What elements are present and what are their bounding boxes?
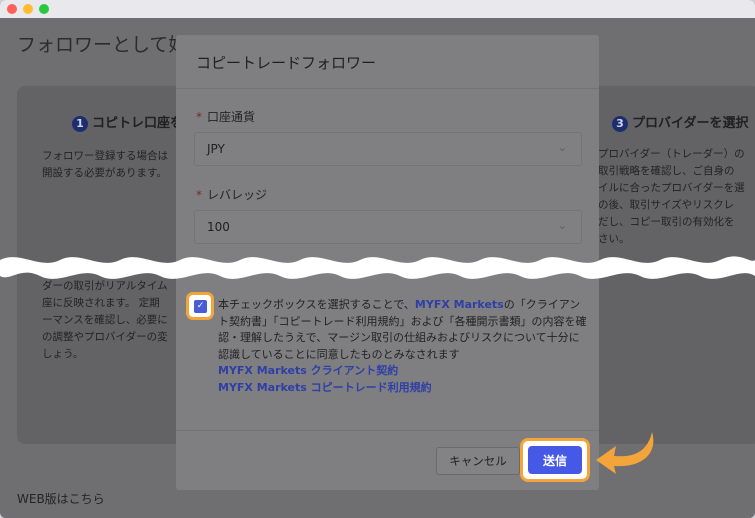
submit-button-highlight: 送信 (520, 438, 590, 482)
app-window: フォロワーとして始める 1 コピトレ口座を フォロワー登録する場合は 開設する必要… (0, 0, 755, 518)
dialog-footer-divider (176, 430, 599, 431)
leverage-select[interactable]: 100 ⌄ (194, 210, 582, 244)
agreement-checkbox[interactable]: ✓ (194, 300, 207, 313)
currency-value: JPY (207, 142, 225, 156)
leverage-label: * レバレッジ (196, 188, 268, 202)
cancel-button[interactable]: キャンセル (436, 447, 520, 475)
dialog-header: コピートレードフォロワー (176, 35, 599, 89)
title-bar (0, 0, 755, 18)
agreement-text: 本チェックボックスを選択することで、MYFX Marketsの「クライアント契約… (218, 298, 587, 361)
currency-label: * 口座通貨 (196, 110, 256, 124)
step-3-text: プロバイダー（トレーダー）の 取引戦略を確認し、ご自身の イルに合ったプロバイダ… (598, 148, 745, 245)
dialog-title: コピートレードフォロワー (196, 54, 377, 72)
check-icon: ✓ (196, 301, 205, 311)
step-1-text: フォロワー登録する場合は 開設する必要があります。 (42, 150, 168, 179)
currency-select[interactable]: JPY ⌄ (194, 132, 582, 166)
client-agreement-link[interactable]: MYFX Markets クライアント契約 (218, 362, 398, 378)
torn-edge-divider (0, 256, 755, 279)
chevron-down-icon: ⌄ (557, 219, 567, 232)
step-1-heading: 1 コピトレ口座を (72, 112, 183, 132)
agreement-checkbox-highlight: ✓ (186, 292, 214, 320)
submit-button[interactable]: 送信 (528, 446, 582, 474)
arrow-pointer-icon (596, 432, 654, 474)
close-window-icon[interactable] (7, 4, 17, 14)
step-2-text: ダーの取引がリアルタイム 座に反映されます。 定期 ーマンスを確認し、必要に の… (42, 280, 168, 360)
leverage-value: 100 (207, 220, 230, 234)
copy-trade-terms-link[interactable]: MYFX Markets コピートレード利用規約 (218, 379, 432, 395)
maximize-window-icon[interactable] (39, 4, 49, 14)
minimize-window-icon[interactable] (23, 4, 33, 14)
web-version-link[interactable]: WEB版はこちら (17, 490, 105, 507)
chevron-down-icon: ⌄ (557, 141, 567, 154)
step-3-heading: 3 プロバイダーを選択 (612, 112, 748, 132)
